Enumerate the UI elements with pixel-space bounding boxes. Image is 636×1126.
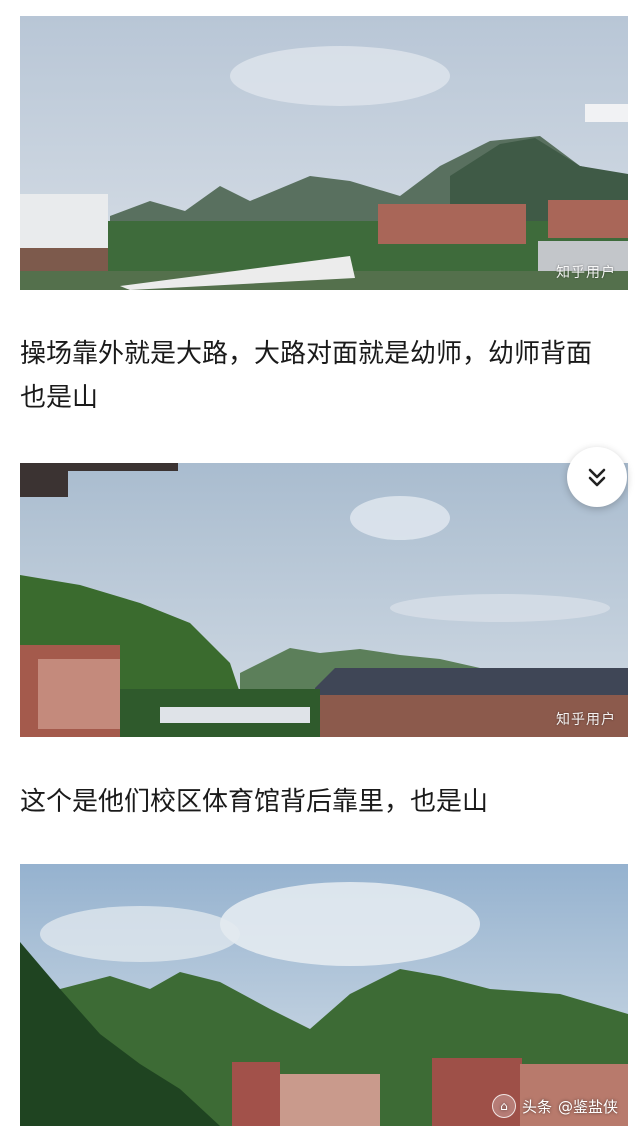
author-handle: @鉴盐侠 — [557, 1097, 618, 1116]
article-photo-1[interactable]: 知乎用户 — [20, 16, 628, 290]
double-chevron-down-icon — [588, 468, 606, 487]
photo-3-scene — [20, 864, 628, 1126]
caption-2: 这个是他们校区体育馆背后靠里，也是山 — [20, 787, 489, 817]
toutiao-logo-icon: ⌂ — [491, 1094, 516, 1118]
expand-button[interactable] — [567, 447, 627, 507]
author-badge[interactable]: ⌂ 头条 @鉴盐侠 — [491, 1094, 618, 1118]
article-photo-2[interactable]: 知乎用户 — [20, 463, 628, 737]
article-body: 知乎用户 操场靠外就是大路，大路对面就是幼师，幼师背面也是山 知乎用户 这个是他… — [0, 0, 636, 1126]
photo-2-watermark: 知乎用户 — [556, 712, 616, 728]
photo-1-scene — [20, 16, 628, 290]
photo-2-scene — [20, 463, 628, 737]
author-platform: 头条 — [521, 1097, 552, 1116]
article-photo-3[interactable]: ⌂ 头条 @鉴盐侠 — [20, 864, 628, 1126]
photo-1-watermark: 知乎用户 — [556, 265, 616, 281]
caption-1: 操场靠外就是大路，大路对面就是幼师，幼师背面也是山 — [20, 339, 593, 413]
